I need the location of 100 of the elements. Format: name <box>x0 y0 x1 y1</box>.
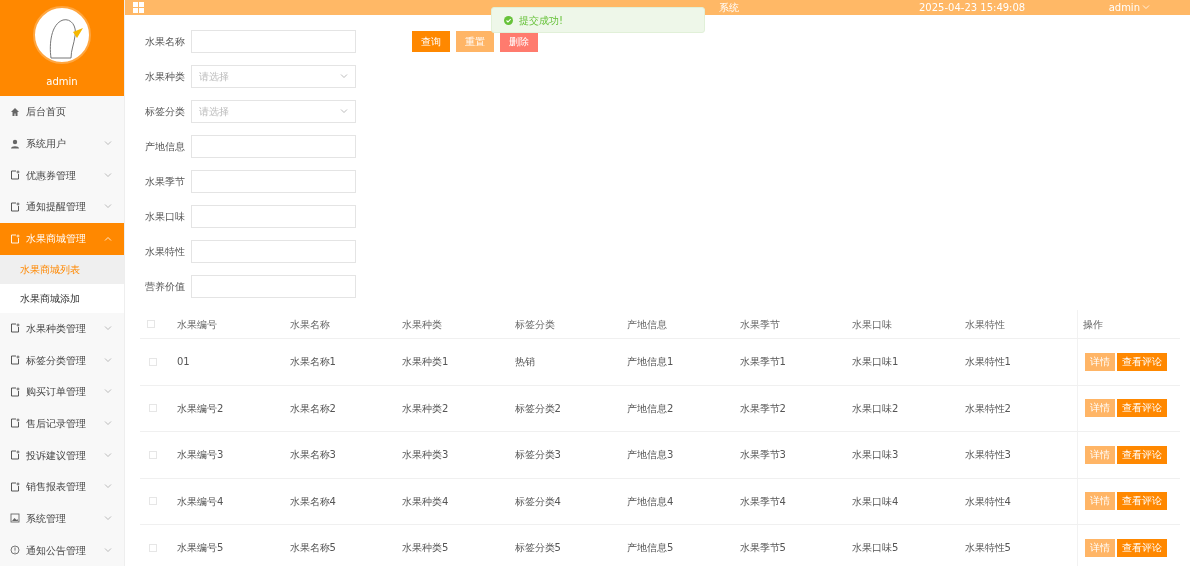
sidebar-item[interactable]: 售后记录管理 <box>0 407 124 440</box>
document-icon <box>10 233 20 244</box>
column-header: 水果特性 <box>964 317 1006 332</box>
sidebar-item[interactable]: 后台首页 <box>0 96 124 128</box>
sidebar-item[interactable]: 水果商城管理 <box>0 222 124 255</box>
grid-menu-icon[interactable] <box>133 2 144 13</box>
text-field[interactable] <box>191 135 356 158</box>
filter-label: 水果名称 <box>144 35 186 49</box>
details-button[interactable]: 详情 <box>1085 352 1115 371</box>
table-cell-text: 水果季节5 <box>739 541 787 556</box>
document-icon <box>10 481 20 492</box>
checkbox[interactable] <box>149 497 157 506</box>
document-icon <box>10 418 20 429</box>
column-header: 水果编号 <box>177 317 218 332</box>
chevron-down-icon <box>104 204 112 210</box>
filter-label: 水果种类 <box>144 70 186 84</box>
sidebar-item[interactable]: 投诉建议管理 <box>0 439 124 471</box>
chevron-down-icon <box>104 141 112 147</box>
profile-name: admin <box>46 75 78 89</box>
picture-icon <box>10 513 20 524</box>
table-cell-text: 01 <box>177 355 191 370</box>
sidebar-item[interactable]: 标签分类管理 <box>0 344 124 376</box>
check-circle-icon <box>504 15 513 25</box>
comments-button[interactable]: 查看评论 <box>1117 352 1167 371</box>
checkbox[interactable] <box>147 320 155 328</box>
checkbox[interactable] <box>149 450 157 459</box>
document-icon <box>10 355 20 366</box>
table-cell-text: 水果名称5 <box>289 541 337 556</box>
table-cell-text: 产地信息3 <box>627 448 675 463</box>
chevron-down-icon <box>104 515 112 521</box>
chevron-up-icon <box>104 236 112 242</box>
table-cell-text: 水果名称1 <box>289 355 337 370</box>
chevron-down-icon <box>104 484 112 490</box>
text-field[interactable] <box>191 170 356 193</box>
chevron-down-icon <box>104 172 112 178</box>
select-field[interactable]: 请选择 <box>191 100 356 123</box>
column-header: 标签分类 <box>514 317 556 332</box>
document-icon <box>10 201 20 212</box>
filter-label: 营养价值 <box>144 280 186 294</box>
text-field[interactable] <box>191 205 356 228</box>
text-field[interactable] <box>191 240 356 263</box>
table-cell-text: 水果编号2 <box>177 401 225 416</box>
document-icon <box>10 386 20 397</box>
column-header: 水果季节 <box>739 317 781 332</box>
details-button[interactable]: 详情 <box>1085 492 1115 511</box>
comments-button[interactable]: 查看评论 <box>1117 538 1167 557</box>
table-cell-text: 水果名称3 <box>289 448 337 463</box>
sidebar-item[interactable]: 优惠券管理 <box>0 159 124 192</box>
details-button[interactable]: 详情 <box>1085 538 1115 557</box>
table-cell-text: 水果口味3 <box>852 448 900 463</box>
table-cell-text: 标签分类4 <box>514 494 562 509</box>
checkbox[interactable] <box>149 404 157 413</box>
checkbox[interactable] <box>149 543 157 552</box>
column-header: 水果种类 <box>402 317 443 332</box>
table-cell-text: 产地信息4 <box>627 494 675 509</box>
sidebar-item[interactable]: 购买订单管理 <box>0 375 124 408</box>
sidebar-item[interactable]: 水果种类管理 <box>0 312 124 345</box>
table-cell-text: 水果口味5 <box>852 541 900 556</box>
table-cell-text: 水果名称4 <box>289 494 337 509</box>
comments-button[interactable]: 查看评论 <box>1117 492 1167 511</box>
chevron-down-icon <box>104 325 112 331</box>
table-cell-text: 水果口味2 <box>852 401 900 416</box>
comments-button[interactable]: 查看评论 <box>1117 445 1167 464</box>
details-button[interactable]: 详情 <box>1085 399 1115 418</box>
details-button[interactable]: 详情 <box>1085 445 1115 464</box>
filter-label: 水果特性 <box>144 245 186 259</box>
user-icon <box>10 138 20 149</box>
sidebar-item[interactable]: 系统用户 <box>0 127 124 160</box>
app-title: 系统 <box>719 1 739 15</box>
text-field[interactable] <box>191 30 356 53</box>
checkbox[interactable] <box>149 357 157 366</box>
submenu-item[interactable]: 水果商城添加 <box>0 283 124 313</box>
select-field[interactable]: 请选择 <box>191 65 356 88</box>
sidebar-item[interactable]: 销售报表管理 <box>0 470 124 503</box>
table-cell-text: 水果口味1 <box>852 355 900 370</box>
table-cell-text: 水果特性5 <box>964 541 1012 556</box>
sidebar-item[interactable]: 通知公告管理 <box>0 534 124 566</box>
table-cell-text: 水果名称2 <box>289 401 337 416</box>
action-button[interactable]: 查询 <box>412 31 450 52</box>
user-menu[interactable]: admin <box>1108 0 1150 15</box>
table-cell-text: 水果编号4 <box>177 494 225 509</box>
table-cell-text: 水果特性1 <box>964 355 1012 370</box>
table-cell-text: 水果种类5 <box>402 541 450 556</box>
document-icon <box>10 450 20 461</box>
table-cell-text: 热销 <box>514 355 536 370</box>
comments-button[interactable]: 查看评论 <box>1117 399 1167 418</box>
table-cell-text: 水果特性4 <box>964 494 1012 509</box>
table-cell-text: 水果种类4 <box>402 494 450 509</box>
table-cell-text: 水果种类3 <box>402 448 450 463</box>
sidebar-item[interactable]: 通知提醒管理 <box>0 191 124 223</box>
datetime: 2025-04-23 15:49:08 <box>919 1 1026 15</box>
table-cell-text: 产地信息5 <box>627 541 675 556</box>
action-button[interactable]: 删除 <box>500 31 538 52</box>
sidebar-item[interactable]: 系统管理 <box>0 502 124 535</box>
text-field[interactable] <box>191 275 356 298</box>
toast-message: 提交成功! <box>519 13 563 28</box>
action-button[interactable]: 重置 <box>456 31 494 52</box>
table-cell-text: 水果口味4 <box>852 494 900 509</box>
filter-label: 水果季节 <box>144 175 186 189</box>
submenu-item[interactable]: 水果商城列表 <box>0 254 124 284</box>
